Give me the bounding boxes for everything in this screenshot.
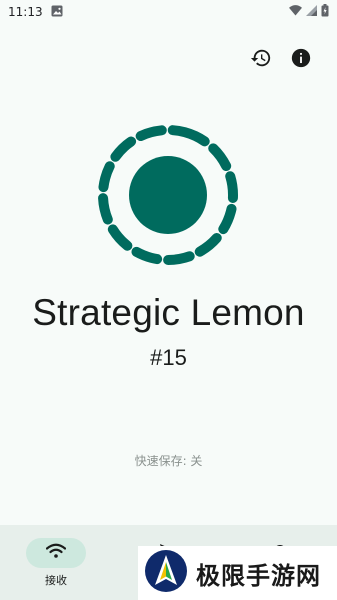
nav-receive-pill bbox=[26, 538, 86, 568]
nav-receive-label: 接收 bbox=[45, 574, 67, 587]
gallery-notification-icon bbox=[51, 5, 63, 20]
history-icon bbox=[250, 47, 272, 73]
history-button[interactable] bbox=[249, 48, 273, 72]
info-icon bbox=[290, 47, 312, 73]
battery-icon bbox=[321, 4, 329, 20]
watermark-text: 极限手游网 bbox=[196, 560, 321, 590]
wifi-icon bbox=[45, 543, 67, 563]
status-bar: 11:13 bbox=[0, 0, 337, 24]
info-button[interactable] bbox=[289, 48, 313, 72]
top-actions bbox=[249, 48, 313, 72]
wifi-signal-icon bbox=[289, 5, 302, 19]
watermark-overlay: 极限手游网 bbox=[138, 546, 337, 600]
nav-receive[interactable]: 接收 bbox=[0, 525, 112, 600]
device-name: Strategic Lemon bbox=[32, 292, 305, 333]
device-number: #15 bbox=[150, 345, 187, 370]
status-time: 11:13 bbox=[8, 5, 43, 19]
watermark-logo bbox=[144, 549, 188, 597]
cellular-signal-icon bbox=[306, 5, 317, 19]
quick-save-status[interactable]: 快速保存: 关 bbox=[0, 452, 337, 469]
device-logo bbox=[95, 122, 241, 268]
